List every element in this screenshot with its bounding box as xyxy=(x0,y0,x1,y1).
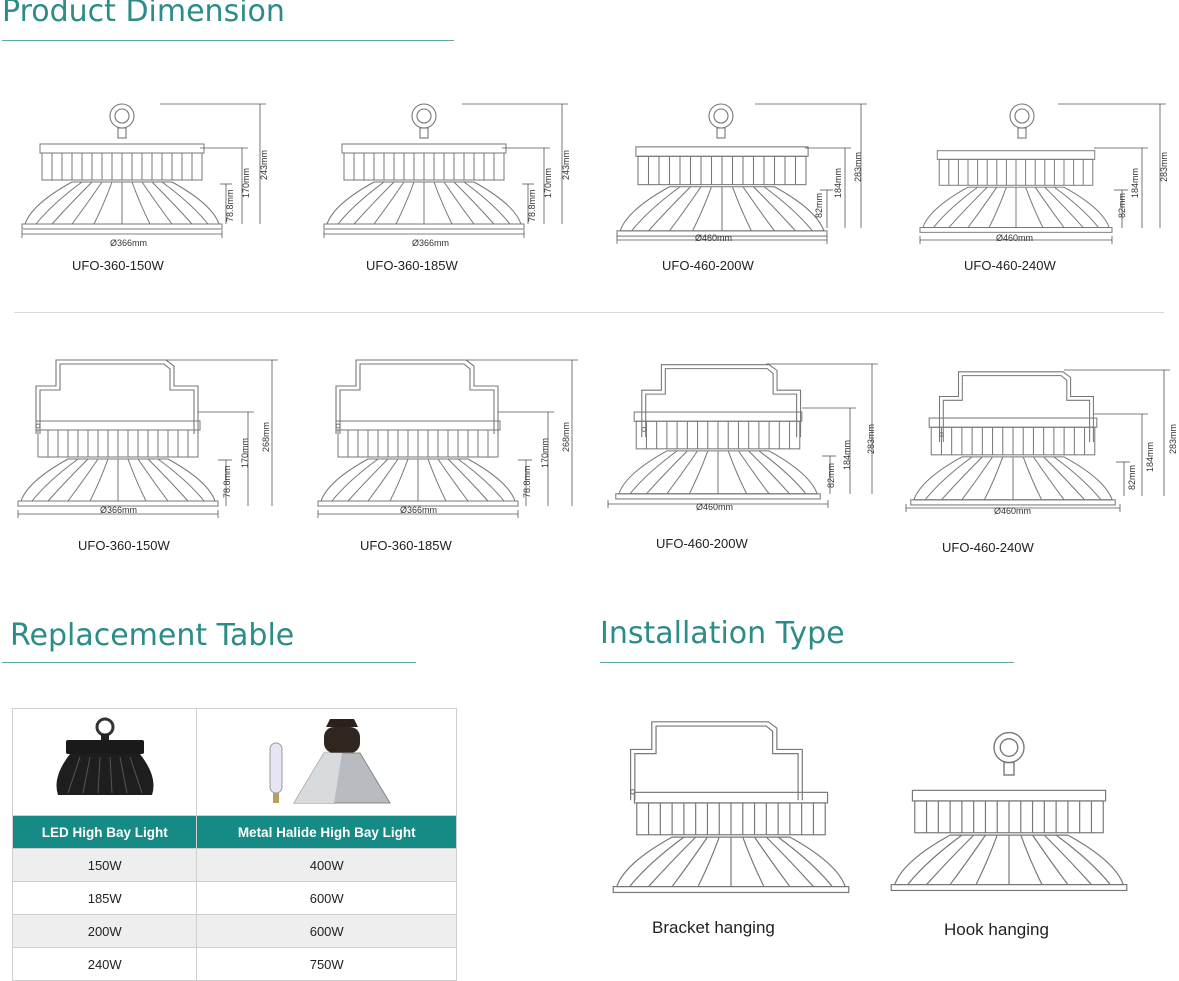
hook-lamp-3: Ø460mm 82mm 184mm 283mm xyxy=(615,100,880,250)
model-label: UFO-360-185W xyxy=(360,538,452,553)
replacement-table-title: Replacement Table xyxy=(10,618,295,653)
table-cell: 400W xyxy=(196,848,457,882)
svg-text:170mm: 170mm xyxy=(240,438,250,468)
svg-text:268mm: 268mm xyxy=(561,422,571,452)
model-label: UFO-360-150W xyxy=(78,538,170,553)
svg-text:78.8mm: 78.8mm xyxy=(222,465,232,498)
svg-text:Ø366mm: Ø366mm xyxy=(100,505,137,515)
table-row: 185W 600W xyxy=(11,881,457,915)
table-cell: 200W xyxy=(11,914,198,948)
svg-text:Ø460mm: Ø460mm xyxy=(696,502,733,512)
svg-text:184mm: 184mm xyxy=(1130,168,1140,198)
svg-text:268mm: 268mm xyxy=(261,422,271,452)
svg-text:243mm: 243mm xyxy=(259,150,269,180)
metal-halide-image xyxy=(196,708,457,816)
svg-text:283mm: 283mm xyxy=(1168,424,1178,454)
hook-lamp-2: Ø366mm 78.8mm 170mm 243mm xyxy=(322,100,582,250)
bracket-hanging-illustration xyxy=(604,712,860,902)
replacement-table: LED High Bay Light Metal Halide High Bay… xyxy=(11,708,457,981)
product-dimension-title: Product Dimension xyxy=(2,0,285,29)
title-rule xyxy=(600,662,1014,663)
svg-text:170mm: 170mm xyxy=(543,168,553,198)
svg-text:283mm: 283mm xyxy=(1159,152,1169,182)
svg-text:82mm: 82mm xyxy=(814,193,824,218)
svg-text:283mm: 283mm xyxy=(853,152,863,182)
installation-type-title: Installation Type xyxy=(600,616,845,651)
table-row: 150W 400W xyxy=(11,848,457,882)
title-rule xyxy=(2,40,454,41)
model-label: UFO-460-200W xyxy=(656,536,748,551)
svg-text:170mm: 170mm xyxy=(241,168,251,198)
bracket-lamp-2: Ø366mm 78.8mm 170mm 268mm xyxy=(316,356,586,526)
svg-text:Ø366mm: Ø366mm xyxy=(412,238,449,248)
svg-text:Ø460mm: Ø460mm xyxy=(994,506,1031,516)
svg-text:82mm: 82mm xyxy=(1127,465,1137,490)
bracket-lamp-1: Ø366mm 78.8mm 170mm 268mm xyxy=(16,356,286,526)
model-label: UFO-360-150W xyxy=(72,258,164,273)
svg-text:78.8mm: 78.8mm xyxy=(522,465,532,498)
svg-text:Ø460mm: Ø460mm xyxy=(695,233,732,243)
svg-text:170mm: 170mm xyxy=(540,438,550,468)
svg-text:78.8mm: 78.8mm xyxy=(225,189,235,222)
svg-text:Ø366mm: Ø366mm xyxy=(400,505,437,515)
dim-diameter: Ø366mm xyxy=(110,238,147,248)
table-row: 200W 600W xyxy=(11,914,457,948)
svg-text:184mm: 184mm xyxy=(833,168,843,198)
model-label: UFO-460-200W xyxy=(662,258,754,273)
bracket-lamp-4: Ø460mm 82mm 184mm 283mm xyxy=(904,366,1179,526)
model-label: UFO-360-185W xyxy=(366,258,458,273)
table-cell: 600W xyxy=(196,881,457,915)
hook-hanging-label: Hook hanging xyxy=(944,920,1049,939)
bracket-hanging-label: Bracket hanging xyxy=(652,918,775,937)
col-header-led: LED High Bay Light xyxy=(11,815,198,849)
table-cell: 240W xyxy=(11,947,198,981)
row-divider xyxy=(14,312,1164,313)
hook-hanging-illustration xyxy=(886,730,1132,900)
hook-lamp-4: Ø460mm 82mm 184mm 283mm xyxy=(918,100,1178,250)
table-row: 240W 750W xyxy=(11,947,457,981)
bracket-lamp-3: Ø460mm 82mm 184mm 283mm xyxy=(606,360,886,520)
svg-text:283mm: 283mm xyxy=(866,424,876,454)
hook-lamp-1: Ø366mm 78.8mm 170mm 243mm xyxy=(20,100,280,250)
svg-text:Ø460mm: Ø460mm xyxy=(996,233,1033,243)
svg-text:82mm: 82mm xyxy=(1117,193,1127,218)
table-cell: 750W xyxy=(196,947,457,981)
svg-text:184mm: 184mm xyxy=(842,440,852,470)
table-cell: 600W xyxy=(196,914,457,948)
col-header-metal-halide: Metal Halide High Bay Light xyxy=(196,815,457,849)
model-label: UFO-460-240W xyxy=(964,258,1056,273)
svg-text:82mm: 82mm xyxy=(826,463,836,488)
table-cell: 185W xyxy=(11,881,198,915)
table-cell: 150W xyxy=(11,848,198,882)
model-label: UFO-460-240W xyxy=(942,540,1034,555)
svg-text:78.8mm: 78.8mm xyxy=(527,189,537,222)
led-high-bay-image xyxy=(11,708,198,816)
title-rule xyxy=(2,662,416,663)
svg-text:184mm: 184mm xyxy=(1145,442,1155,472)
svg-text:243mm: 243mm xyxy=(561,150,571,180)
